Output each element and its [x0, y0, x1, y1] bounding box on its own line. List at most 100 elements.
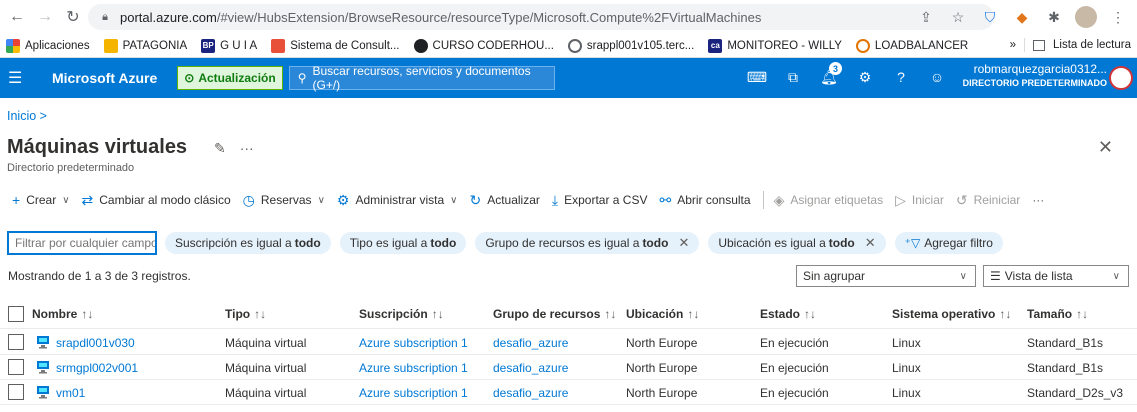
grouping-select[interactable]: Sin agrupar ∨ [796, 265, 976, 287]
profile-avatar[interactable] [1075, 6, 1097, 28]
cell-status: En ejecución [760, 361, 829, 375]
reading-list-button[interactable]: Lista de lectura [1053, 39, 1131, 51]
tag-icon: ◈ [773, 191, 785, 208]
share-icon[interactable]: ⇪ [915, 6, 937, 28]
row-checkbox[interactable] [8, 359, 24, 375]
filter-pill-type[interactable]: Tipo es igual a todo [339, 232, 467, 254]
column-header-resource-group[interactable]: Grupo de recursos ↑↓ [493, 307, 616, 321]
site-icon [413, 38, 428, 53]
bookmark-apps[interactable]: Aplicaciones [6, 38, 90, 53]
bookmark-loadbalancer[interactable]: LOADBALANCER [855, 38, 968, 53]
menu-hamburger-icon[interactable]: ☰ [8, 68, 30, 88]
chevron-down-icon: ∨ [959, 270, 967, 282]
column-header-os[interactable]: Sistema operativo ↑↓ [892, 307, 1011, 321]
create-button[interactable]: + Crear ∨ [12, 192, 70, 208]
cloud-shell-icon[interactable]: ⌨ [746, 66, 768, 88]
cell-location: North Europe [626, 336, 698, 350]
bookmark-monitoreo[interactable]: ca MONITOREO - WILLY [708, 38, 842, 53]
directory-filter-icon[interactable]: ⧉ [782, 66, 804, 88]
account-info[interactable]: robmarquezgarcia0312... DIRECTORIO PREDE… [963, 62, 1107, 88]
bookmark-srappl[interactable]: srappl001v105.terc... [567, 38, 694, 53]
more-commands-button[interactable]: ··· [1032, 193, 1044, 207]
resource-group-link[interactable]: desafio_azure [493, 386, 568, 400]
subscription-link[interactable]: Azure subscription 1 [359, 336, 468, 350]
row-checkbox[interactable] [8, 384, 24, 400]
filter-input[interactable] [7, 231, 157, 255]
more-options-icon[interactable]: ··· [240, 140, 254, 157]
open-query-button[interactable]: ⚯ Abrir consulta [659, 192, 750, 209]
pill-value: todo [430, 236, 457, 250]
address-bar[interactable]: 🔒︎ portal.azure.com/#view/HubsExtension/… [88, 4, 994, 30]
table-row[interactable]: srapdl001v030 Máquina virtual Azure subs… [0, 331, 1137, 355]
sort-icon: ↑↓ [431, 307, 444, 321]
chevron-down-icon: ∨ [317, 194, 325, 206]
search-input[interactable]: ⚲ Buscar recursos, servicios y documento… [288, 64, 555, 92]
remove-filter-icon[interactable]: ✕ [865, 235, 876, 251]
table-row[interactable]: vm01 Máquina virtual Azure subscription … [0, 381, 1137, 405]
remove-filter-icon[interactable]: ✕ [678, 235, 689, 251]
resource-group-link[interactable]: desafio_azure [493, 361, 568, 375]
filter-pill-resource-group[interactable]: Grupo de recursos es igual a todo ✕ [475, 232, 700, 254]
column-header-size[interactable]: Tamaño ↑↓ [1027, 307, 1088, 321]
vm-name-link[interactable]: srapdl001v030 [56, 336, 135, 350]
url-host: portal.azure.com [120, 9, 217, 25]
column-header-name[interactable]: Nombre ↑↓ [32, 307, 93, 321]
azure-brand[interactable]: Microsoft Azure [52, 70, 157, 86]
column-header-type[interactable]: Tipo ↑↓ [225, 307, 266, 321]
refresh-icon: ↻ [469, 191, 482, 208]
site-icon [855, 38, 870, 53]
site-icon [271, 38, 286, 53]
classic-mode-button[interactable]: ⇄ Cambiar al modo clásico [82, 192, 231, 209]
back-icon[interactable]: ← [6, 6, 28, 28]
user-name: robmarquezgarcia0312... [973, 62, 1107, 76]
extensions-puzzle-icon[interactable]: ✱ [1043, 6, 1065, 28]
reservations-button[interactable]: ◷ Reservas ∨ [243, 192, 325, 209]
metamask-icon[interactable]: ◆ [1011, 6, 1033, 28]
column-header-location[interactable]: Ubicación ↑↓ [626, 307, 699, 321]
reload-icon[interactable]: ↻ [62, 6, 84, 28]
bookmark-guia[interactable]: BP G U I A [201, 38, 257, 53]
forward-icon[interactable]: → [34, 6, 56, 28]
row-checkbox[interactable] [8, 334, 24, 350]
feedback-icon[interactable]: ☺ [926, 66, 948, 88]
header-label: Tipo [225, 307, 251, 321]
vm-name-link[interactable]: vm01 [56, 386, 85, 400]
column-header-subscription[interactable]: Suscripción ↑↓ [359, 307, 444, 321]
breadcrumb-home[interactable]: Inicio > [7, 109, 47, 123]
filter-pill-subscription[interactable]: Suscripción es igual a todo [165, 232, 331, 254]
vm-name-link[interactable]: srmgpl002v001 [56, 361, 138, 375]
user-avatar[interactable] [1109, 66, 1133, 90]
bookmark-star-icon[interactable]: ☆ [947, 6, 969, 28]
more-bookmarks-button[interactable]: » [1010, 39, 1016, 51]
refresh-button[interactable]: ↻ Actualizar [469, 192, 539, 209]
sort-icon: ↑↓ [81, 307, 94, 321]
search-icon: ⚲ [297, 71, 307, 85]
bookmark-patagonia[interactable]: PATAGONIA [103, 38, 187, 53]
chrome-menu-icon[interactable]: ⋮ [1107, 6, 1129, 28]
sort-icon: ↑↓ [687, 307, 700, 321]
subscription-link[interactable]: Azure subscription 1 [359, 386, 468, 400]
extension-shield-icon[interactable]: ⛉ [979, 6, 1001, 28]
pin-icon[interactable]: ✎ [214, 140, 226, 157]
start-button[interactable]: ▷ Iniciar [895, 192, 944, 209]
settings-gear-icon[interactable]: ⚙ [854, 66, 876, 88]
globe-icon [567, 38, 582, 53]
update-button[interactable]: ⊙ Actualización [177, 66, 283, 90]
table-row[interactable]: srmgpl002v001 Máquina virtual Azure subs… [0, 356, 1137, 380]
restart-button[interactable]: ↺ Reiniciar [956, 192, 1020, 209]
select-all-checkbox[interactable] [8, 306, 24, 322]
export-csv-button[interactable]: ⤓ Exportar a CSV [552, 192, 648, 209]
resource-group-link[interactable]: desafio_azure [493, 336, 568, 350]
view-select[interactable]: ☰ Vista de lista ∨ [983, 265, 1129, 287]
column-header-status[interactable]: Estado ↑↓ [760, 307, 816, 321]
help-icon[interactable]: ? [890, 66, 912, 88]
subscription-link[interactable]: Azure subscription 1 [359, 361, 468, 375]
bookmark-sistema-consulta[interactable]: Sistema de Consult... [271, 38, 400, 53]
close-icon[interactable]: ✕ [1098, 137, 1113, 158]
bookmark-coderhouse[interactable]: CURSO CODERHOU... [413, 38, 554, 53]
manage-view-button[interactable]: ⚙ Administrar vista ∨ [337, 192, 458, 209]
add-filter-button[interactable]: ⁺▽ Agregar filtro [894, 232, 1003, 254]
notifications-bell-icon[interactable]: 🔔︎ 3 [818, 62, 842, 88]
filter-pill-location[interactable]: Ubicación es igual a todo ✕ [708, 232, 886, 254]
assign-tags-button[interactable]: ◈ Asignar etiquetas [774, 192, 884, 209]
